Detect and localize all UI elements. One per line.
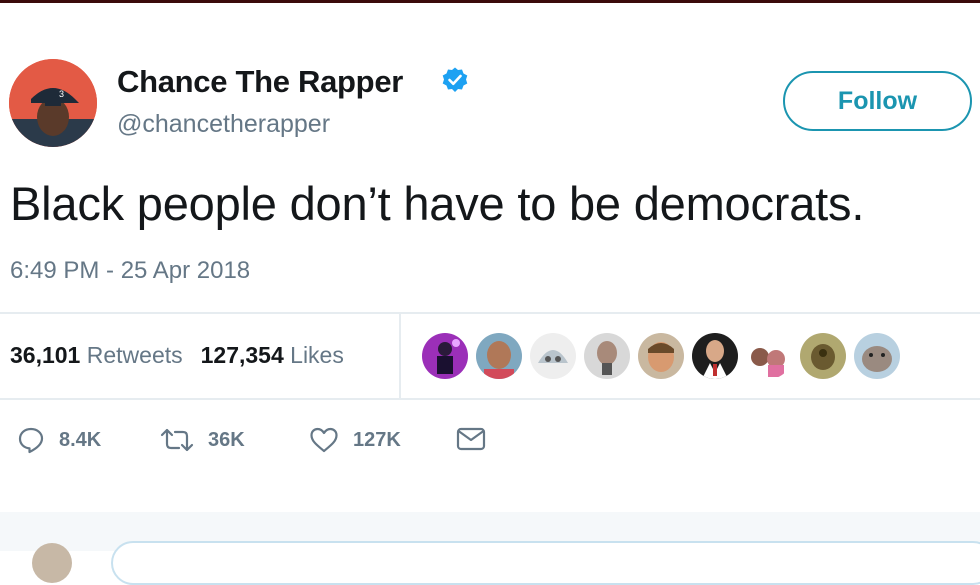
like-icon: [310, 427, 338, 453]
liker-avatar[interactable]: [530, 333, 576, 379]
retweets-count: 36,101: [10, 342, 81, 368]
retweet-button[interactable]: 36K: [160, 426, 245, 454]
cap-number: 3: [59, 89, 64, 99]
liker-avatar[interactable]: [800, 333, 846, 379]
likes-count: 127,354: [200, 342, 284, 368]
liker-avatar[interactable]: [746, 333, 792, 379]
message-icon: [456, 427, 486, 451]
display-name[interactable]: Chance The Rapper: [117, 64, 403, 100]
stats-divider: [399, 314, 401, 400]
liker-avatar[interactable]: [854, 333, 900, 379]
retweet-icon: [160, 428, 194, 452]
direct-message-button[interactable]: [456, 426, 486, 452]
user-handle[interactable]: @chancetherapper: [117, 110, 330, 139]
current-user-avatar[interactable]: [32, 543, 72, 583]
retweets-label: Retweets: [86, 342, 183, 368]
follow-button[interactable]: Follow: [783, 71, 972, 131]
top-border: [0, 0, 980, 3]
liker-avatar[interactable]: [584, 333, 630, 379]
like-count: 127K: [353, 428, 401, 451]
likes-label: Likes: [290, 342, 344, 368]
liker-avatar[interactable]: [422, 333, 468, 379]
likes-stat[interactable]: 127,354 Likes: [201, 342, 344, 369]
divider-bottom: [0, 398, 980, 400]
liker-avatar[interactable]: [638, 333, 684, 379]
reply-button[interactable]: 8.4K: [17, 426, 101, 454]
liker-avatar[interactable]: [476, 333, 522, 379]
reply-icon: [18, 427, 44, 454]
reply-count: 8.4K: [59, 428, 102, 451]
verified-icon: [442, 67, 468, 92]
reply-input[interactable]: [111, 541, 980, 585]
tweet-text: Black people don’t have to be democrats.: [10, 177, 865, 230]
liker-avatar[interactable]: [692, 333, 738, 379]
retweet-count: 36K: [208, 428, 245, 451]
user-avatar[interactable]: 3: [9, 59, 97, 147]
tweet-timestamp[interactable]: 6:49 PM - 25 Apr 2018: [10, 257, 250, 285]
like-button[interactable]: 127K: [309, 426, 401, 454]
tweet-stats: 36,101 Retweets 127,354 Likes: [10, 342, 362, 369]
retweets-stat[interactable]: 36,101 Retweets: [10, 342, 183, 369]
divider-top: [0, 312, 980, 314]
